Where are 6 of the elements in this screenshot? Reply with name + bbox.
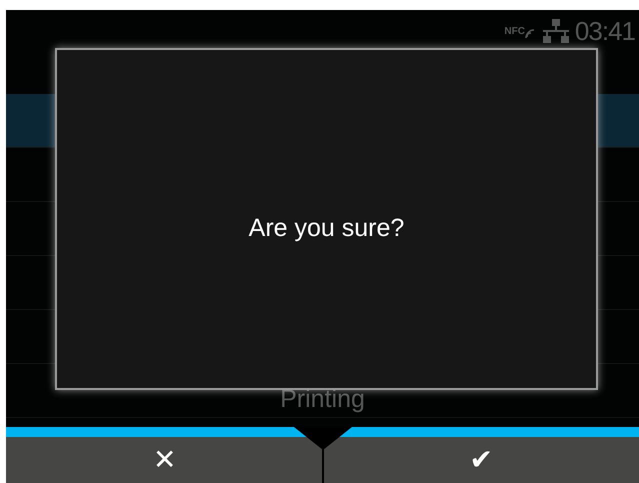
menu-item-label: Printing xyxy=(280,384,365,415)
confirm-button[interactable]: ✔ xyxy=(322,437,639,483)
network-icon xyxy=(542,19,569,43)
status-time: 03:41 xyxy=(574,14,635,48)
dialog-message: Are you sure? xyxy=(248,213,406,244)
cancel-button[interactable]: ✕ xyxy=(6,437,322,483)
